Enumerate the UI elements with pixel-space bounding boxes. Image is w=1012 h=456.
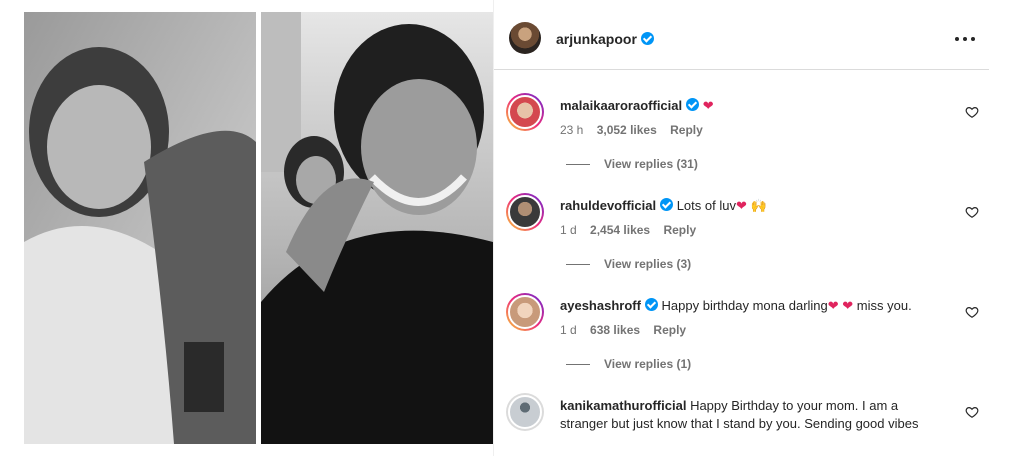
post-image[interactable] bbox=[24, 12, 493, 444]
commenter-username[interactable]: kanikamathurofficial bbox=[560, 398, 686, 413]
heart-outline-icon[interactable] bbox=[965, 105, 979, 119]
comment-time[interactable]: 23 h bbox=[560, 123, 583, 137]
comment-meta: 23 h 3,052 likes Reply bbox=[560, 123, 713, 137]
commenter-username[interactable]: malaikaaroraofficial bbox=[560, 98, 682, 113]
heart-outline-icon[interactable] bbox=[965, 205, 979, 219]
comments-panel: arjunkapoor malaikaaroraofficial ❤ 23 h … bbox=[493, 0, 989, 456]
verified-badge-icon bbox=[640, 32, 654, 45]
comment-body: Lots of luv bbox=[676, 198, 736, 213]
reply-button[interactable]: Reply bbox=[663, 223, 696, 237]
view-replies-button[interactable]: View replies (1) bbox=[566, 357, 691, 371]
post-photo bbox=[24, 12, 493, 444]
comment-text: malaikaaroraofficial ❤ bbox=[560, 97, 946, 115]
view-replies-label[interactable]: View replies (3) bbox=[604, 257, 691, 271]
emoji-group: ❤ ❤ bbox=[827, 298, 854, 313]
comment-body-end: miss you. bbox=[856, 298, 912, 313]
view-replies-button[interactable]: View replies (31) bbox=[566, 157, 698, 171]
comment-time[interactable]: 1 d bbox=[560, 223, 577, 237]
author-username-text[interactable]: arjunkapoor bbox=[556, 31, 637, 47]
emoji-group: ❤ 🙌 bbox=[735, 198, 767, 213]
commenter-avatar[interactable] bbox=[506, 393, 544, 431]
post-header: arjunkapoor bbox=[494, 12, 989, 70]
commenter-username[interactable]: ayeshashroff bbox=[560, 298, 641, 313]
view-replies-label[interactable]: View replies (31) bbox=[604, 157, 698, 171]
comment-text: ayeshashroff Happy birthday mona darling… bbox=[560, 297, 946, 315]
heart-emoji: ❤ bbox=[702, 98, 714, 113]
comment-likes[interactable]: 638 likes bbox=[590, 323, 640, 337]
verified-badge-icon bbox=[686, 98, 700, 111]
comment-time[interactable]: 1 d bbox=[560, 323, 577, 337]
heart-outline-icon[interactable] bbox=[965, 305, 979, 319]
comment-likes[interactable]: 3,052 likes bbox=[597, 123, 657, 137]
commenter-avatar[interactable] bbox=[506, 293, 544, 331]
replies-divider-line bbox=[566, 364, 590, 366]
verified-badge-icon bbox=[660, 198, 674, 211]
author-avatar[interactable] bbox=[509, 22, 541, 54]
commenter-avatar[interactable] bbox=[506, 93, 544, 131]
author-username[interactable]: arjunkapoor bbox=[556, 31, 654, 47]
comment-meta: 1 d 638 likes Reply bbox=[560, 323, 696, 337]
view-replies-button[interactable]: View replies (3) bbox=[566, 257, 691, 271]
replies-divider-line bbox=[566, 164, 590, 166]
comment-body: Happy birthday mona darling bbox=[661, 298, 828, 313]
comment-meta: 1 d 2,454 likes Reply bbox=[560, 223, 706, 237]
replies-divider-line bbox=[566, 264, 590, 266]
comment-text: kanikamathurofficial Happy Birthday to y… bbox=[560, 397, 946, 433]
commenter-avatar[interactable] bbox=[506, 193, 544, 231]
more-options-icon[interactable] bbox=[955, 32, 975, 46]
comment-text: rahuldevofficial Lots of luv❤ 🙌 bbox=[560, 197, 946, 215]
verified-badge-icon bbox=[644, 298, 658, 311]
view-replies-label[interactable]: View replies (1) bbox=[604, 357, 691, 371]
commenter-username[interactable]: rahuldevofficial bbox=[560, 198, 656, 213]
reply-button[interactable]: Reply bbox=[670, 123, 703, 137]
comment-likes[interactable]: 2,454 likes bbox=[590, 223, 650, 237]
heart-outline-icon[interactable] bbox=[965, 405, 979, 419]
reply-button[interactable]: Reply bbox=[653, 323, 686, 337]
